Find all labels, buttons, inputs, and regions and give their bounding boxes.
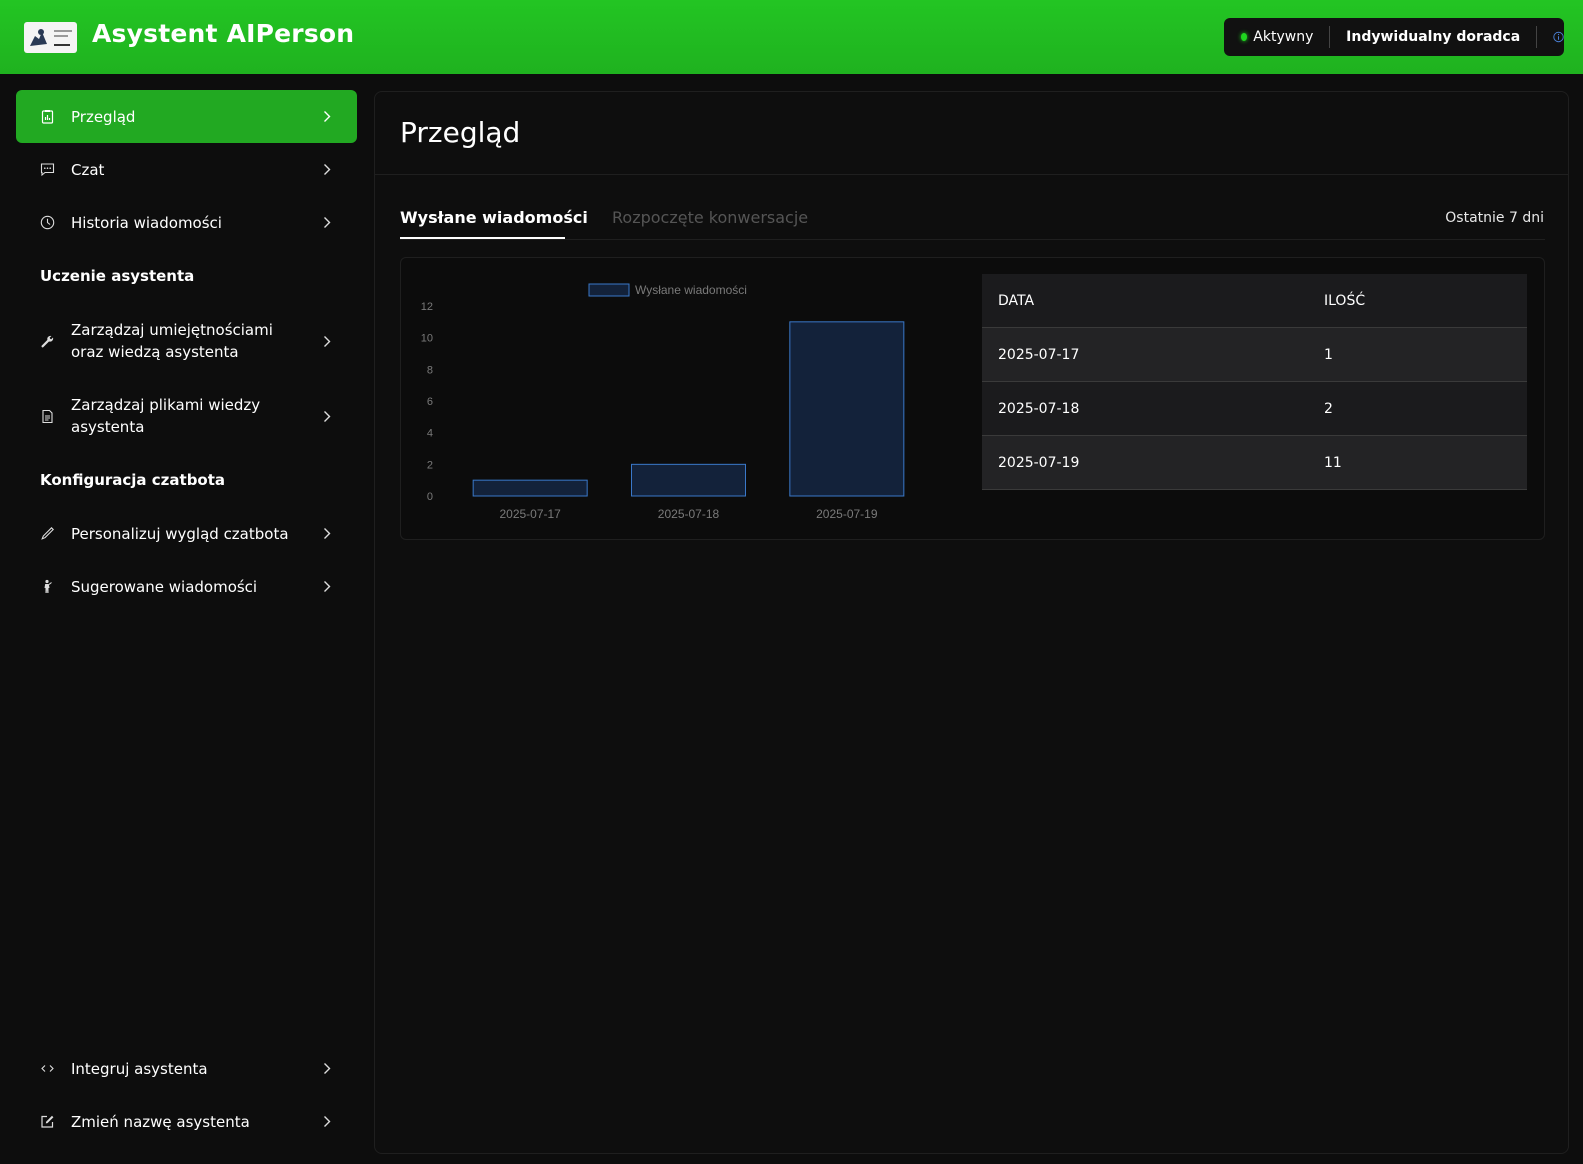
- stats-card: 0 2 4 6 8 10 12 2025-07-17 2025-07-18 2025-07-19 W…: [400, 257, 1545, 540]
- table-cell-quantity: 2: [1324, 400, 1333, 417]
- y-tick-label: 12: [421, 301, 433, 313]
- tabs-divider: [400, 239, 1545, 240]
- tab-sent-messages[interactable]: Wysłane wiadomości: [400, 208, 588, 227]
- chevron-right-icon: [324, 217, 331, 228]
- edit-icon: [41, 1115, 54, 1128]
- pen-icon: [41, 527, 54, 540]
- sidebar: Przegląd Czat Historia wiadomości Uczeni…: [0, 74, 372, 1164]
- stats-table: DATA ILOŚĆ 2025-07-17 1 2025-07-18 2 202…: [982, 274, 1527, 490]
- status-panel: Aktywny Indywidualny doradca: [1224, 18, 1564, 56]
- sidebar-item-history[interactable]: Historia wiadomości: [16, 196, 357, 249]
- sidebar-item-skills[interactable]: Zarządzaj umiejętnościami oraz wiedzą as…: [16, 308, 357, 374]
- sidebar-item-suggested-messages[interactable]: Sugerowane wiadomości: [16, 560, 357, 613]
- status-label: Aktywny: [1253, 29, 1314, 45]
- tab-started-conversations[interactable]: Rozpoczęte konwersacje: [612, 208, 808, 227]
- sidebar-item-overview[interactable]: Przegląd: [16, 90, 357, 143]
- app-title: Asystent AIPerson: [92, 19, 355, 48]
- legend-swatch: [588, 283, 630, 297]
- y-tick-label: 0: [427, 491, 433, 503]
- info-icon[interactable]: [1553, 30, 1564, 44]
- table-cell-date: 2025-07-17: [998, 346, 1080, 363]
- sidebar-item-label: Integruj asystenta: [71, 1059, 208, 1078]
- table-cell-quantity: 11: [1324, 454, 1342, 471]
- chevron-right-icon: [324, 528, 331, 539]
- status-dot-icon: [1241, 33, 1248, 41]
- y-tick-label: 10: [421, 333, 433, 345]
- logo-line: [54, 35, 68, 37]
- date-range-label[interactable]: Ostatnie 7 dni: [1445, 210, 1544, 226]
- sidebar-item-customize[interactable]: Personalizuj wygląd czatbota: [16, 507, 357, 560]
- legend-label: Wysłane wiadomości: [635, 283, 747, 297]
- section-title-config: Konfiguracja czatbota: [40, 471, 226, 489]
- chart-bar: [472, 479, 588, 497]
- chat-icon: [40, 163, 55, 177]
- table-row: 2025-07-17 1: [982, 328, 1527, 382]
- sidebar-item-label: Zmień nazwę asystenta: [71, 1112, 250, 1131]
- logo-line: [54, 44, 70, 46]
- chart-bar: [789, 321, 905, 497]
- sidebar-item-integrate[interactable]: Integruj asystenta: [16, 1042, 357, 1095]
- x-tick-label: 2025-07-19: [816, 507, 878, 521]
- table-cell-date: 2025-07-19: [998, 454, 1080, 471]
- logo-line: [54, 30, 72, 32]
- sidebar-item-label: Zarządzaj plikami wiedzy asystenta: [71, 396, 261, 436]
- table-row: 2025-07-18 2: [982, 382, 1527, 436]
- table-header-row: DATA ILOŚĆ: [982, 274, 1527, 328]
- column-header-date: DATA: [998, 292, 1035, 309]
- person-icon: [44, 579, 52, 593]
- clipboard-chart-icon: [41, 110, 54, 124]
- y-tick-label: 4: [427, 428, 433, 440]
- table-cell-quantity: 1: [1324, 346, 1333, 363]
- column-header-quantity: ILOŚĆ: [1324, 292, 1366, 309]
- chevron-right-icon: [324, 335, 331, 347]
- table-cell-date: 2025-07-18: [998, 400, 1080, 417]
- x-tick-label: 2025-07-18: [658, 507, 720, 521]
- sidebar-item-label: Personalizuj wygląd czatbota: [71, 524, 289, 543]
- document-icon: [42, 409, 53, 423]
- bar-chart: 0 2 4 6 8 10 12 2025-07-17 2025-07-18 2025-07-19 W…: [421, 283, 905, 521]
- sidebar-item-label: Czat: [71, 160, 105, 179]
- sidebar-item-rename[interactable]: Zmień nazwę asystenta: [16, 1095, 357, 1148]
- status-divider: [1329, 26, 1331, 48]
- sidebar-item-knowledge-files[interactable]: Zarządzaj plikami wiedzy asystenta: [16, 383, 357, 449]
- chevron-right-icon: [324, 410, 331, 422]
- chevron-right-icon: [324, 581, 331, 592]
- sidebar-item-chat[interactable]: Czat: [16, 143, 357, 196]
- divider: [375, 174, 1568, 175]
- code-icon: [41, 1065, 54, 1072]
- x-tick-label: 2025-07-17: [499, 507, 561, 521]
- wrench-icon: [41, 335, 54, 347]
- page-title: Przegląd: [400, 116, 521, 149]
- sidebar-item-label: Przegląd: [71, 107, 136, 126]
- app-logo[interactable]: [24, 22, 77, 53]
- chevron-right-icon: [324, 164, 331, 175]
- advisor-label: Indywidualny doradca: [1346, 29, 1521, 45]
- sidebar-item-label: Zarządzaj umiejętnościami oraz wiedzą as…: [71, 321, 273, 361]
- section-title-training: Uczenie asystenta: [40, 267, 195, 285]
- logo-figure-icon: [30, 29, 47, 46]
- sidebar-item-label: Historia wiadomości: [71, 213, 222, 232]
- chevron-right-icon: [324, 111, 331, 122]
- clock-icon: [40, 215, 55, 230]
- y-tick-label: 8: [427, 364, 433, 376]
- y-tick-label: 6: [427, 396, 433, 408]
- main-panel: Przegląd Wysłane wiadomości Rozpoczęte k…: [374, 91, 1569, 1154]
- y-tick-label: 2: [427, 459, 433, 471]
- table-row: 2025-07-19 11: [982, 436, 1527, 490]
- status-divider: [1536, 26, 1537, 48]
- chevron-right-icon: [324, 1116, 331, 1127]
- chevron-right-icon: [324, 1063, 331, 1074]
- chart-bar: [631, 463, 746, 497]
- sidebar-item-label: Sugerowane wiadomości: [71, 577, 258, 596]
- top-header: Asystent AIPerson Aktywny Indywidualny d…: [0, 0, 1583, 74]
